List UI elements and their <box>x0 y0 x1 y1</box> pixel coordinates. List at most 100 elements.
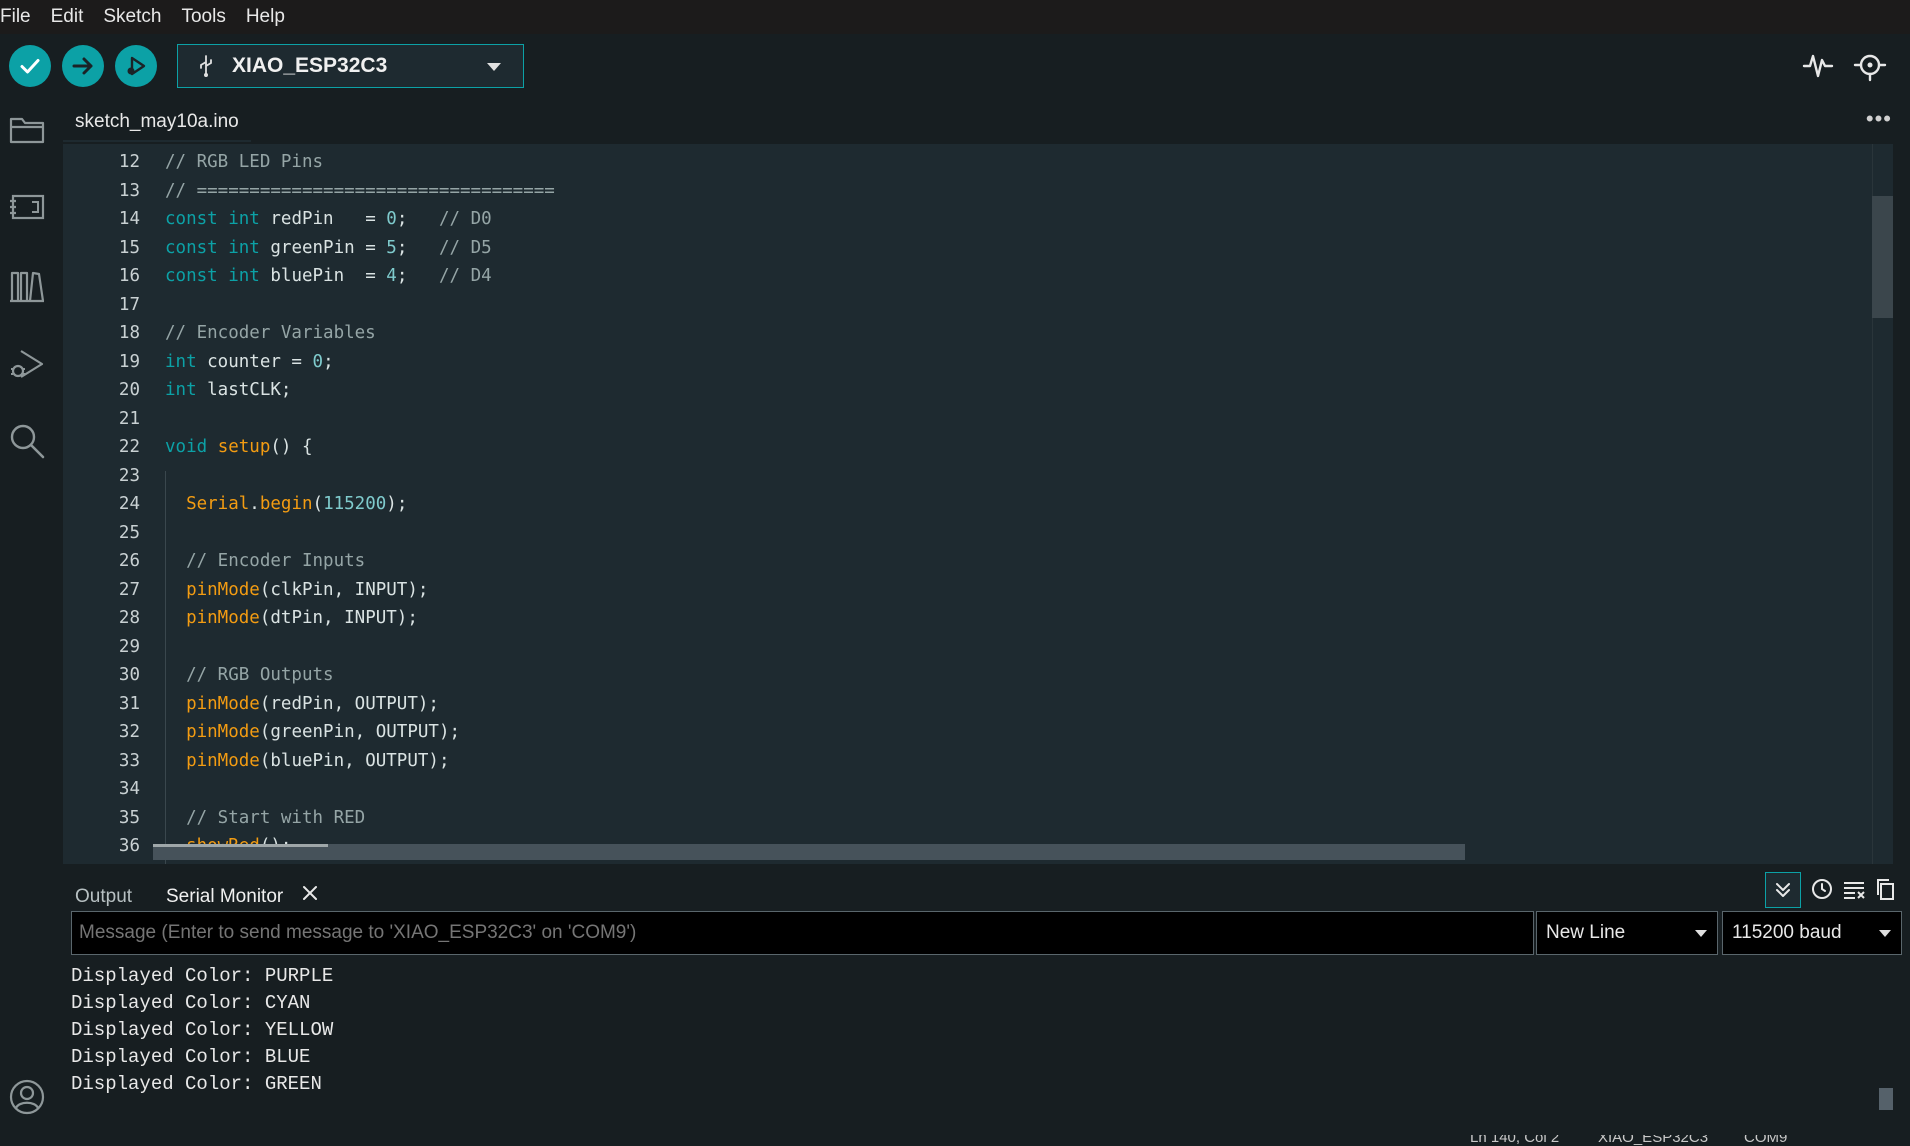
chevron-down-icon <box>1695 930 1707 937</box>
code-line[interactable]: pinMode(bluePin, OUTPUT); <box>165 751 449 771</box>
line-number: 24 <box>118 494 140 514</box>
line-number: 15 <box>118 237 140 258</box>
line-number-gutter: 12 13 14 15 16 17 18 19 20 21 22 23 24 25 26 27 28 29 30 31… <box>63 144 140 864</box>
line-ending-select[interactable]: New Line <box>1536 911 1718 955</box>
file-tab[interactable]: sketch_may10a.ino <box>63 104 251 142</box>
library-icon[interactable] <box>8 267 46 305</box>
serial-line: Displayed Color: BLUE <box>71 1046 311 1068</box>
menu-tools[interactable]: Tools <box>181 6 234 28</box>
toolbar: XIAO_ESP32C3 <box>0 34 1910 132</box>
line-number: 32 <box>118 722 140 742</box>
serial-line: Displayed Color: PURPLE <box>71 965 334 987</box>
code-line[interactable]: void setup() { <box>165 437 313 457</box>
line-number: 14 <box>118 209 140 229</box>
code-line[interactable]: // Encoder Inputs <box>165 551 365 571</box>
upload-button[interactable] <box>62 45 104 87</box>
copy-output-button[interactable] <box>1868 872 1902 906</box>
cursor-position: Ln 140, Col 2 <box>1470 1135 1560 1146</box>
line-number: 34 <box>118 779 140 799</box>
code-line[interactable]: pinMode(redPin, OUTPUT); <box>165 694 439 714</box>
line-number: 27 <box>118 579 140 600</box>
line-number: 12 <box>118 152 140 172</box>
line-number: 26 <box>118 551 140 571</box>
line-number: 33 <box>118 750 140 771</box>
debug-icon <box>127 56 146 76</box>
board-selector[interactable]: XIAO_ESP32C3 <box>177 44 524 88</box>
chevron-down-icon <box>487 63 501 71</box>
line-number: 16 <box>118 266 140 286</box>
status-port[interactable]: COM9 <box>1744 1135 1787 1146</box>
line-number: 23 <box>118 465 140 486</box>
verify-button[interactable] <box>9 45 51 87</box>
serial-plotter-icon[interactable] <box>1801 48 1835 82</box>
menu-file[interactable]: File <box>0 6 40 28</box>
debug-icon[interactable] <box>8 345 46 383</box>
folder-icon[interactable] <box>8 110 46 148</box>
menu-bar: File Edit Sketch Tools Help <box>0 0 1910 34</box>
board-name: XIAO_ESP32C3 <box>232 54 388 77</box>
code-line[interactable]: Serial.begin(115200); <box>165 494 407 514</box>
tab-serial-monitor[interactable]: Serial Monitor <box>166 886 283 908</box>
code-line[interactable]: const int bluePin = 4; // D4 <box>165 266 492 286</box>
line-number: 30 <box>118 665 140 685</box>
line-number: 35 <box>118 807 140 828</box>
menu-edit[interactable]: Edit <box>51 6 93 28</box>
line-number: 18 <box>118 323 140 343</box>
line-number: 36 <box>118 836 140 856</box>
message-input-box[interactable] <box>71 911 1534 955</box>
serial-line: Displayed Color: GREEN <box>71 1073 322 1095</box>
serial-output: Displayed Color: PURPLE Displayed Color: … <box>71 961 1891 1131</box>
serial-panel: Output Serial Monitor New Line 115200 ba… <box>55 866 1910 1146</box>
code-line[interactable]: // ================================== <box>165 181 555 201</box>
code-line[interactable]: const int redPin = 0; // D0 <box>165 209 492 229</box>
line-number: 19 <box>118 351 140 372</box>
line-number: 25 <box>118 522 140 543</box>
copy-icon <box>1877 879 1894 900</box>
line-number: 28 <box>118 608 140 628</box>
account-icon[interactable] <box>8 1078 46 1116</box>
serial-line: Displayed Color: CYAN <box>71 992 311 1014</box>
code-line[interactable]: // RGB Outputs <box>165 665 334 685</box>
horizontal-scrollbar-thumb[interactable] <box>153 844 328 847</box>
menu-sketch[interactable]: Sketch <box>103 6 170 28</box>
code-line[interactable]: // Encoder Variables <box>165 323 376 343</box>
code-line[interactable]: // RGB LED Pins <box>165 152 323 172</box>
code-line[interactable]: pinMode(dtPin, INPUT); <box>165 608 418 628</box>
tab-output[interactable]: Output <box>75 886 132 908</box>
code-line[interactable]: pinMode(clkPin, INPUT); <box>165 580 428 600</box>
code-line[interactable]: pinMode(greenPin, OUTPUT); <box>165 722 460 742</box>
timestamp-button[interactable] <box>1805 872 1839 906</box>
code-line[interactable]: // Start with RED <box>165 808 365 828</box>
code-editor[interactable]: 12 13 14 15 16 17 18 19 20 21 22 23 24 25 26 27 28 29 30 31… <box>63 144 1893 864</box>
debug-button[interactable] <box>115 45 157 87</box>
close-icon[interactable] <box>299 882 321 904</box>
search-icon[interactable] <box>8 422 46 460</box>
code-lines[interactable]: // RGB LED Pins // ======================… <box>165 144 1893 864</box>
baud-rate-select[interactable]: 115200 baud <box>1722 911 1902 955</box>
serial-monitor-icon[interactable] <box>1853 48 1887 82</box>
file-tab-label: sketch_may10a.ino <box>75 111 239 132</box>
status-board[interactable]: XIAO_ESP32C3 <box>1598 1135 1708 1146</box>
clear-output-button[interactable] <box>1837 872 1871 906</box>
horizontal-scrollbar[interactable] <box>153 844 1465 860</box>
arrow-right-icon <box>72 57 93 75</box>
line-number: 20 <box>118 380 140 400</box>
activity-bar <box>0 100 55 1146</box>
vertical-scrollbar[interactable] <box>1872 196 1893 318</box>
autoscroll-button[interactable] <box>1765 872 1801 908</box>
line-number: 21 <box>118 408 140 429</box>
board-manager-icon[interactable] <box>8 188 46 226</box>
message-input[interactable] <box>79 922 1533 944</box>
serial-line: Displayed Color: YELLOW <box>71 1019 334 1041</box>
status-bar: Ln 140, Col 2 XIAO_ESP32C3 COM9 <box>0 1135 1910 1146</box>
clock-icon <box>1812 879 1832 899</box>
code-line[interactable]: int lastCLK; <box>165 380 291 400</box>
code-line[interactable]: const int greenPin = 5; // D5 <box>165 238 492 258</box>
ellipsis-icon[interactable]: ••• <box>1866 106 1892 132</box>
autoscroll-icon <box>1776 883 1790 897</box>
menu-help[interactable]: Help <box>246 6 294 28</box>
line-number: 29 <box>118 636 140 657</box>
check-icon <box>20 59 40 74</box>
code-line[interactable]: int counter = 0; <box>165 352 334 372</box>
serial-scrollbar[interactable] <box>1879 1088 1893 1110</box>
